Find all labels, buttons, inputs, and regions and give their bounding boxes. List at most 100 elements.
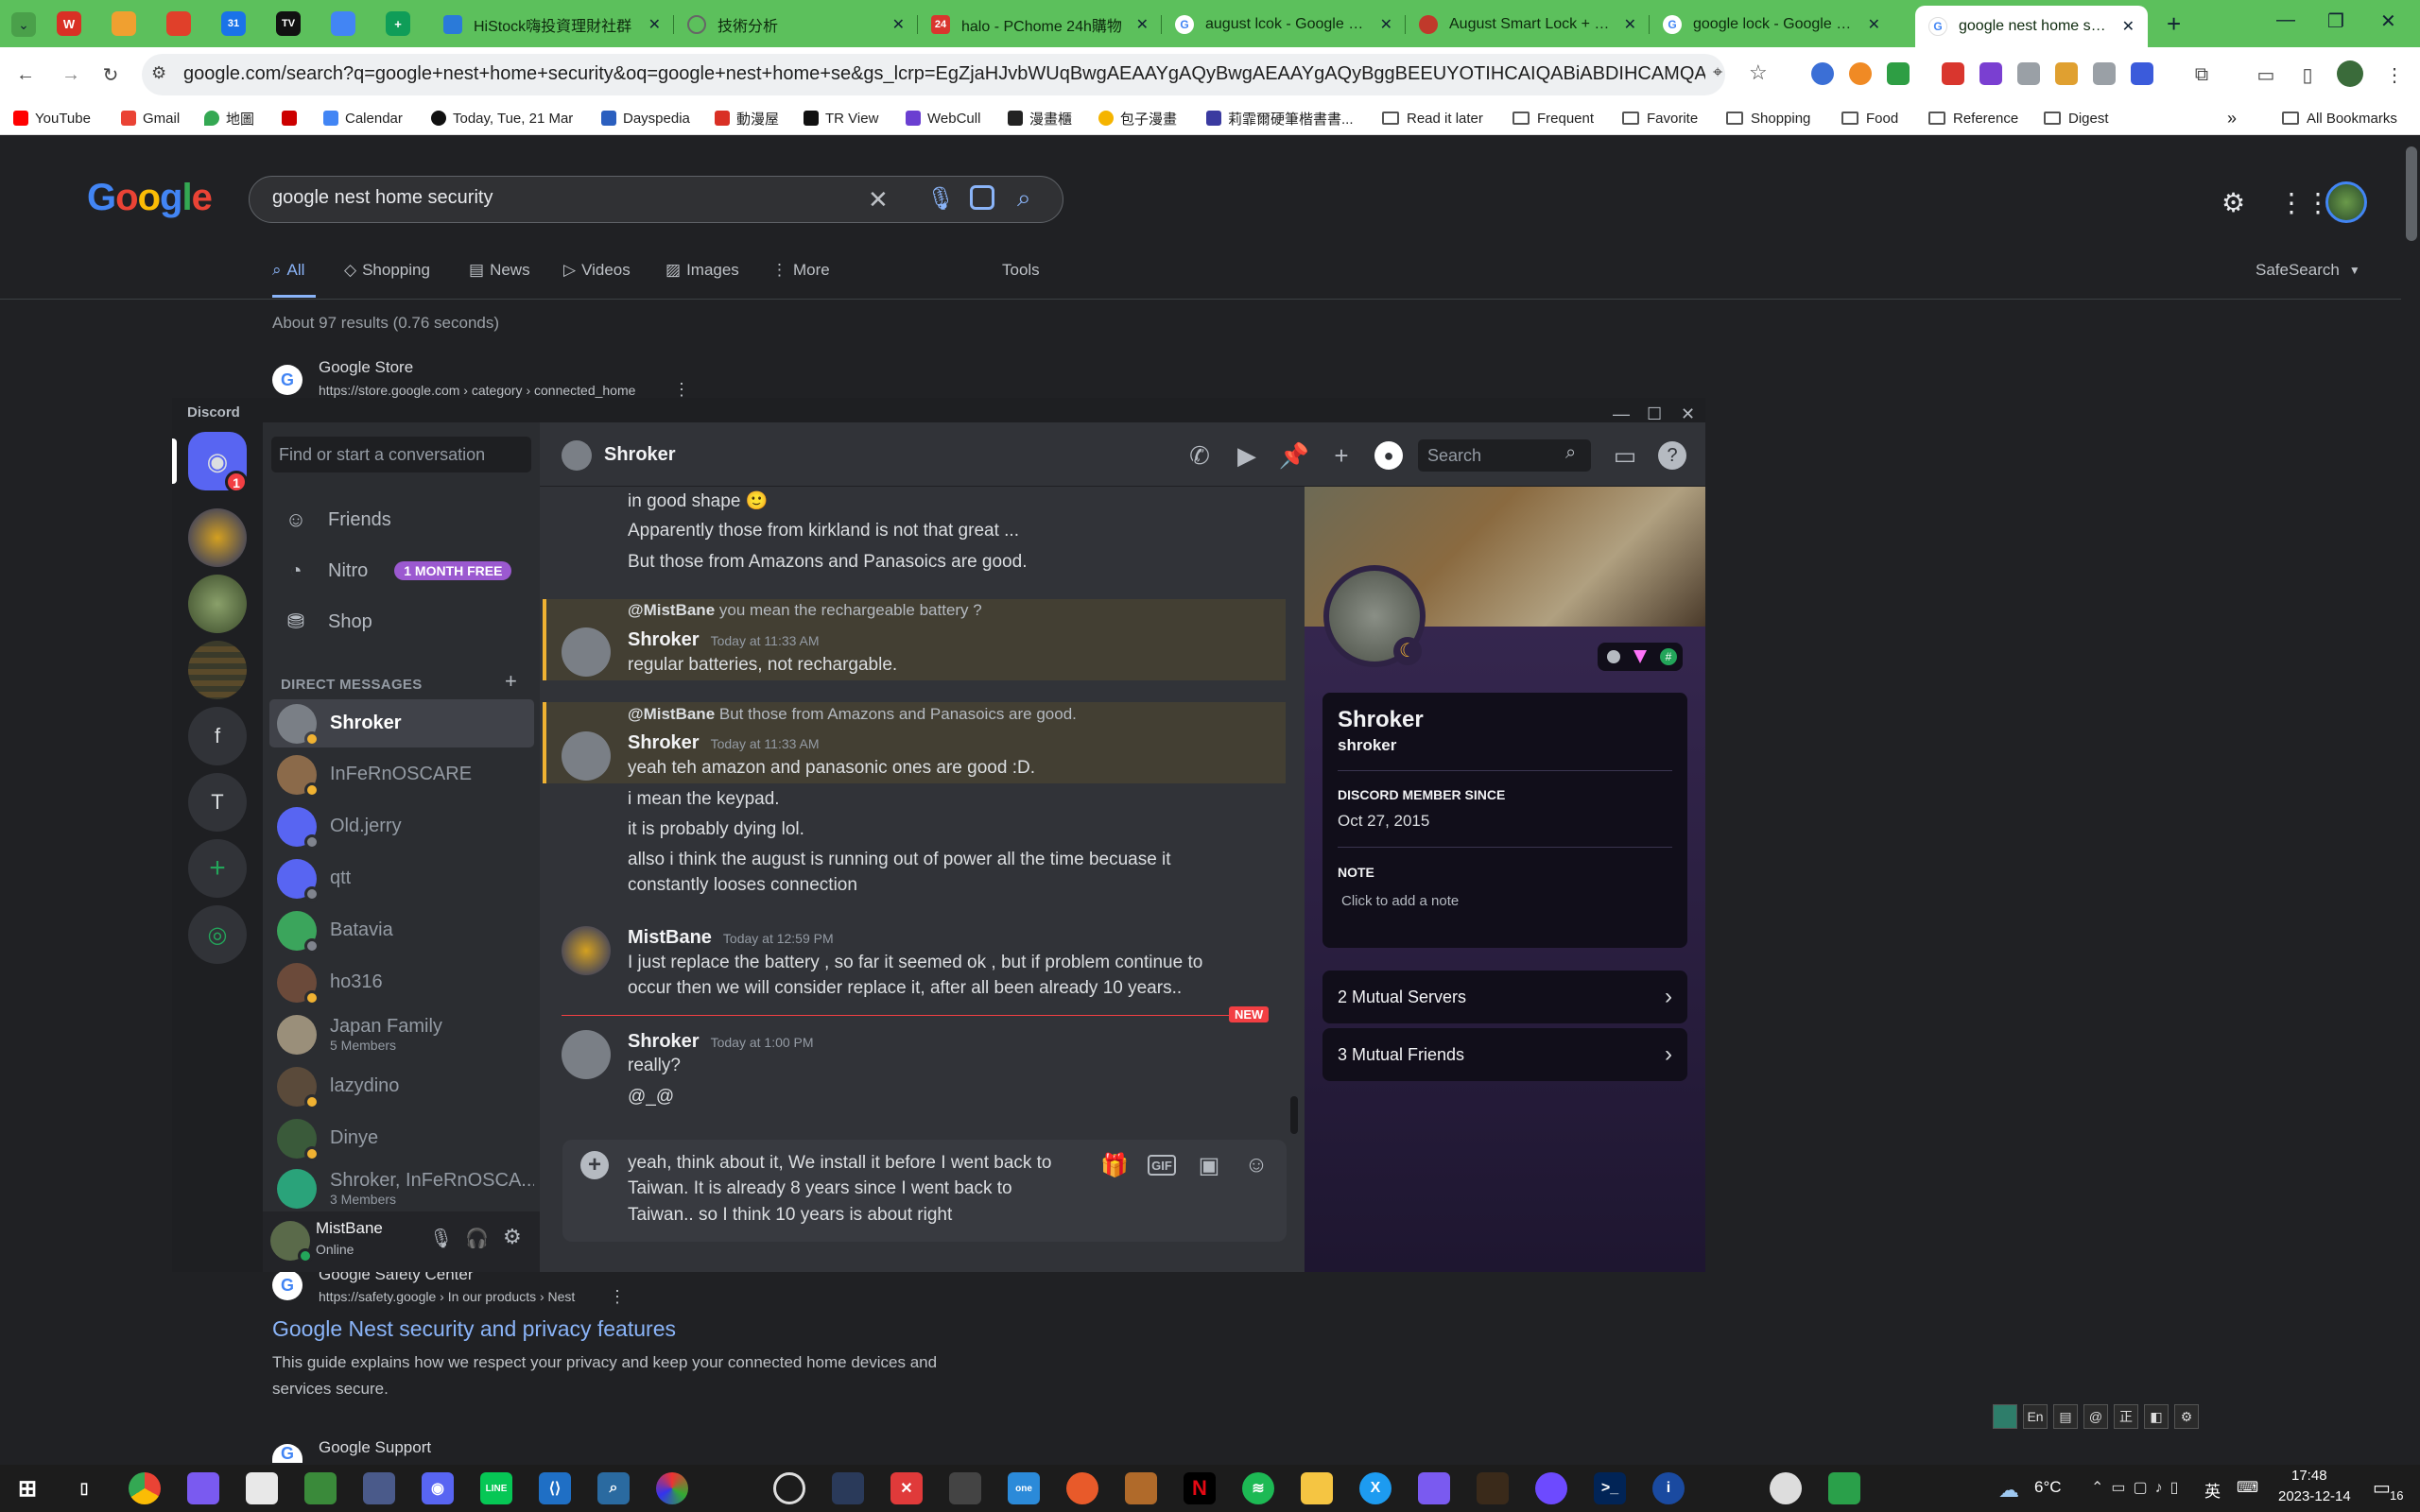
close-icon[interactable]: ✕	[648, 15, 661, 34]
ime-english[interactable]: En	[2023, 1404, 2048, 1429]
message-author[interactable]: Shroker	[628, 629, 700, 650]
voice-search-icon[interactable]: 🎙	[926, 185, 955, 213]
app-icon-colorful[interactable]	[656, 1472, 688, 1504]
clock-date[interactable]: 2023-12-14	[2278, 1488, 2351, 1504]
pin-icon[interactable]: 📌	[1279, 441, 1309, 470]
tab-august-smart-lock[interactable]: August Smart Lock + Con ✕	[1406, 6, 1650, 43]
result-menu-icon[interactable]: ⋮	[609, 1287, 626, 1307]
search-query[interactable]: google nest home security	[272, 187, 493, 209]
url-text[interactable]: google.com/search?q=google+nest+home+sec…	[183, 63, 1705, 85]
ime-icon-1[interactable]	[1993, 1404, 2017, 1429]
app-icon-gaming[interactable]	[1477, 1472, 1509, 1504]
server-icon-2[interactable]	[188, 575, 247, 633]
composer-line[interactable]: Taiwan.. so I think 10 years is about ri…	[628, 1203, 952, 1228]
weather-icon[interactable]: ☁	[1998, 1478, 2019, 1503]
extension-icon-1[interactable]	[1811, 62, 1834, 85]
server-icon-3[interactable]	[188, 641, 247, 699]
bookmark-calendar[interactable]: Calendar	[323, 106, 403, 130]
tab-august-lcok[interactable]: Gaugust lcok - Google Sear ✕	[1162, 6, 1406, 43]
extension-icon-7[interactable]	[2055, 62, 2078, 85]
close-icon[interactable]: ✕	[1136, 15, 1149, 34]
bookmark-star-icon[interactable]: ☆	[1749, 60, 1768, 85]
search-icon[interactable]: ⌕	[1017, 183, 1031, 214]
spotify-icon[interactable]: ≋	[1242, 1472, 1274, 1504]
server-icon-1[interactable]	[188, 508, 247, 567]
gift-icon[interactable]: 🎁	[1100, 1151, 1129, 1179]
pinned-tab-6[interactable]	[331, 11, 355, 36]
my-avatar[interactable]	[270, 1221, 313, 1263]
close-icon[interactable]: ✕	[1380, 15, 1392, 34]
line-icon[interactable]: LINE	[480, 1472, 512, 1504]
dm-qtt[interactable]: qtt	[269, 854, 534, 902]
folder-favorite[interactable]: Favorite	[1622, 106, 1698, 130]
add-friend-icon[interactable]: +	[1327, 441, 1356, 470]
result-title-link[interactable]: Google Nest security and privacy feature…	[272, 1316, 676, 1342]
app-icon-diamond[interactable]	[1418, 1472, 1450, 1504]
close-icon[interactable]: ✕	[1624, 15, 1636, 34]
reply-preview[interactable]: @MistBane you mean the rechargeable batt…	[628, 601, 982, 620]
pinned-tab-3[interactable]	[166, 11, 191, 36]
server-f[interactable]: f	[188, 707, 247, 765]
site-info-icon[interactable]: ⚙	[151, 63, 166, 83]
file-explorer-icon[interactable]	[1301, 1472, 1333, 1504]
sticker-icon[interactable]: ▣	[1195, 1151, 1223, 1179]
onenote-icon[interactable]: one	[1008, 1472, 1040, 1504]
terminal-icon[interactable]: >_	[1594, 1472, 1626, 1504]
bookmark-gmail[interactable]: Gmail	[121, 106, 180, 130]
scrollbar-thumb[interactable]	[2406, 146, 2417, 241]
chrome-icon[interactable]	[129, 1472, 161, 1504]
dm-lazydino[interactable]: lazydino	[269, 1062, 534, 1110]
result-menu-icon[interactable]: ⋮	[673, 380, 690, 400]
nav-nitro[interactable]: ◔ Nitro 1 MONTH FREE	[271, 547, 531, 594]
badge-icon-1[interactable]	[1607, 650, 1620, 663]
notification-icon[interactable]: ▭	[2373, 1476, 2391, 1500]
discord-minimize-icon[interactable]: —	[1613, 404, 1630, 424]
bookmark-youtube-2[interactable]	[282, 106, 303, 130]
dm-group-shroker[interactable]: Shroker, InFeRnOSCA... 3 Members	[269, 1164, 534, 1212]
folder-reference[interactable]: Reference	[1928, 106, 2018, 130]
help-icon[interactable]: ?	[1658, 441, 1686, 470]
user-avatar[interactable]	[562, 731, 611, 781]
settings-gear-icon[interactable]: ⚙	[2221, 187, 2245, 218]
tab-all[interactable]: ⌕ All	[272, 261, 304, 280]
ime-icon-3[interactable]: ▤	[2053, 1404, 2078, 1429]
dm-dinye[interactable]: Dinye	[269, 1114, 534, 1162]
netflix-icon[interactable]: N	[1184, 1472, 1216, 1504]
weather-temp[interactable]: 6°C	[2034, 1478, 2062, 1497]
note-input[interactable]: Click to add a note	[1341, 893, 1459, 909]
tab-news[interactable]: ▤ News	[469, 261, 530, 280]
forward-icon[interactable]: →	[59, 62, 83, 87]
user-settings-icon[interactable]: ⚙	[503, 1225, 522, 1249]
dm-infernoscare[interactable]: InFeRnOSCARE	[269, 750, 534, 799]
bookmark-manhuawu[interactable]: 動漫屋	[715, 106, 779, 130]
minimize-icon[interactable]: —	[2276, 9, 2295, 31]
app-icon-avatar[interactable]	[363, 1472, 395, 1504]
ime-settings-icon[interactable]: ⚙	[2174, 1404, 2199, 1429]
bookmark-today[interactable]: Today, Tue, 21 Mar	[431, 106, 573, 130]
bookmarks-overflow-icon[interactable]: »	[2227, 106, 2237, 130]
extension-icon-5[interactable]	[1979, 62, 2002, 85]
extension-icon-2[interactable]	[1849, 62, 1872, 85]
extension-icon-3[interactable]	[1887, 62, 1910, 85]
tab-google-lock[interactable]: Ggoogle lock - Google Sear ✕	[1650, 6, 1893, 43]
result-source[interactable]: Google Store	[319, 358, 413, 377]
cast-icon[interactable]: ▭	[2254, 62, 2278, 87]
folder-shopping[interactable]: Shopping	[1726, 106, 1810, 130]
google-logo[interactable]: Google	[87, 177, 213, 219]
pinned-tab-2[interactable]	[112, 11, 136, 36]
gif-button[interactable]: GIF	[1148, 1155, 1176, 1176]
app-icon-toggle[interactable]	[1770, 1472, 1802, 1504]
result-url[interactable]: https://store.google.com › category › co…	[319, 383, 635, 398]
ime-indicator[interactable]: 英	[2204, 1478, 2221, 1502]
dm-shroker[interactable]: Shroker	[269, 699, 534, 747]
pinned-tab-5[interactable]: TV	[276, 11, 301, 36]
folder-read-it-later[interactable]: Read it later	[1382, 106, 1483, 130]
new-tab-button[interactable]: +	[2167, 9, 2181, 39]
close-icon[interactable]: ✕	[892, 15, 905, 34]
bookmark-webcull[interactable]: WebCull	[906, 106, 980, 130]
user-avatar[interactable]	[562, 926, 611, 975]
headphones-icon[interactable]: 🎧	[465, 1227, 489, 1250]
app-icon-info[interactable]: i	[1652, 1472, 1685, 1504]
tab-technical-analysis[interactable]: 技術分析 ✕	[674, 6, 918, 43]
dm-ho316[interactable]: ho316	[269, 958, 534, 1006]
